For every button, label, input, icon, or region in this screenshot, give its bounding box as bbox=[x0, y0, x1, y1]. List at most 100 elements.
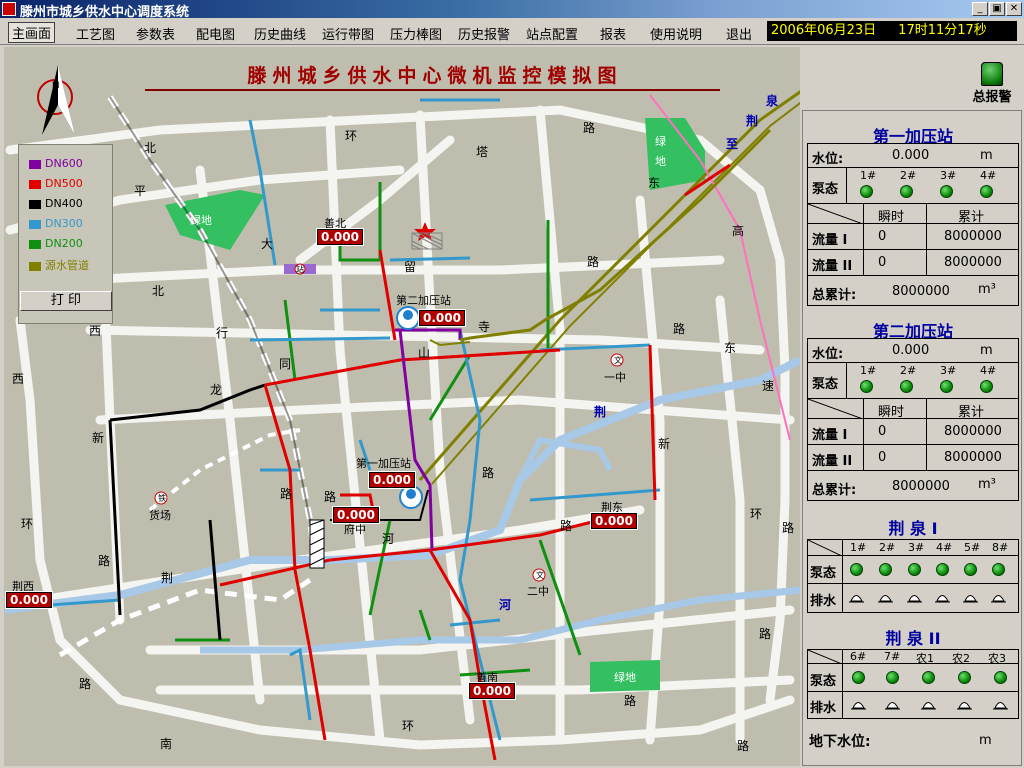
menu-params[interactable]: 参数表 bbox=[136, 24, 175, 43]
drain-icon bbox=[885, 702, 900, 710]
datetime-display: 2006年06月23日 17时11分17秒 bbox=[767, 21, 1017, 41]
menu-report[interactable]: 报表 bbox=[600, 24, 626, 43]
road-char: 荆 bbox=[161, 571, 174, 585]
green-label-1: 绿地 bbox=[190, 214, 212, 227]
status-panel: 第一加压站 水位: 0.000 m 泵态 1# 2# 3# 4# 瞬时 累计 流 bbox=[802, 110, 1022, 766]
total-alarm[interactable]: 总报警 bbox=[962, 62, 1022, 105]
label-he-river: 河 bbox=[499, 598, 512, 612]
road-char: 北 bbox=[152, 284, 165, 298]
map-title: 滕州城乡供水中心微机监控模拟图 bbox=[247, 65, 623, 87]
drain-icon bbox=[991, 595, 1006, 603]
station-label-1st: 第一加压站 bbox=[356, 457, 411, 470]
value-2nd[interactable]: 0.000 bbox=[418, 309, 466, 327]
value-shanbei[interactable]: 0.000 bbox=[316, 228, 364, 246]
drain-icon bbox=[849, 595, 864, 603]
place-station-icon: 站 bbox=[296, 265, 304, 274]
legend-dn200: DN200 bbox=[29, 237, 83, 250]
value-fuzhong[interactable]: 0.000 bbox=[332, 506, 380, 524]
label-quan: 泉 bbox=[766, 94, 779, 108]
groundwater-unit: m bbox=[979, 733, 992, 748]
app-icon bbox=[2, 2, 16, 16]
road-char: 山 bbox=[418, 346, 431, 360]
q2-title: 荆 泉 II bbox=[885, 629, 941, 648]
maximize-button[interactable]: ▣ bbox=[989, 2, 1005, 16]
road-char: 路 bbox=[79, 677, 92, 691]
road-char: 路 bbox=[280, 487, 293, 501]
menu-history-alarm[interactable]: 历史报警 bbox=[458, 24, 510, 43]
drain-icon bbox=[878, 595, 893, 603]
road-char: 西 bbox=[12, 372, 25, 386]
road-char: 环 bbox=[345, 129, 358, 143]
road-char: 龙 bbox=[210, 383, 223, 397]
place-yizhong: 一中 bbox=[604, 371, 626, 384]
drain-icon bbox=[993, 702, 1008, 710]
road-char: 路 bbox=[673, 322, 686, 336]
road-char: 寺 bbox=[478, 320, 491, 334]
road-char: 路 bbox=[98, 554, 111, 568]
close-button[interactable]: ✕ bbox=[1006, 2, 1022, 16]
green-label-3: 绿地 bbox=[614, 671, 636, 684]
menu-bar: 主画面 工艺图 参数表 配电图 历史曲线 运行带图 压力棒图 历史报警 站点配置… bbox=[0, 18, 1024, 45]
road-char: 路 bbox=[759, 627, 772, 641]
menu-pressure-bar[interactable]: 压力棒图 bbox=[390, 24, 442, 43]
q2-table: 6# 7# 农1 农2 农3 泵态 排水 bbox=[807, 649, 1019, 719]
s2-pump-3-led bbox=[940, 380, 953, 393]
menu-run-chart[interactable]: 运行带图 bbox=[322, 24, 374, 43]
q1-table: 1# 2# 3# 4# 5# 8# 泵态 排水 bbox=[807, 539, 1019, 613]
school-icon-2: 文 bbox=[536, 571, 544, 580]
s1-pump-4-led bbox=[980, 185, 993, 198]
road-char: 行 bbox=[216, 326, 229, 340]
label-jing: 荆 bbox=[746, 114, 759, 128]
school-icon-1: 文 bbox=[614, 356, 622, 365]
s1-table: 水位: 0.000 m 泵态 1# 2# 3# 4# 瞬时 累计 流量 I 0 bbox=[807, 143, 1019, 306]
station-label-fuzhong: 府中 bbox=[344, 523, 366, 536]
road-char: 新 bbox=[658, 437, 671, 451]
green-label-2: 绿地 bbox=[655, 135, 666, 168]
drain-icon bbox=[935, 595, 950, 603]
menu-process[interactable]: 工艺图 bbox=[76, 24, 115, 43]
value-jingdong[interactable]: 0.000 bbox=[590, 512, 638, 530]
place-erzhong: 二中 bbox=[527, 585, 549, 598]
value-jingxi[interactable]: 0.000 bbox=[5, 591, 53, 609]
road-char: 北 bbox=[144, 141, 157, 155]
road-char: 路 bbox=[782, 521, 795, 535]
road-char: 塔 bbox=[476, 145, 489, 159]
s2-table: 水位: 0.000 m 泵态 1# 2# 3# 4# 瞬时 累计 流量 I 0 bbox=[807, 338, 1019, 501]
print-button[interactable]: 打 印 bbox=[20, 291, 112, 311]
road-char: 路 bbox=[587, 255, 600, 269]
road-char: 环 bbox=[402, 719, 415, 733]
road-char: 高 bbox=[732, 224, 745, 238]
place-huochang: 货场 bbox=[149, 509, 171, 522]
menu-history-curve[interactable]: 历史曲线 bbox=[254, 24, 306, 43]
s1-pump-1-led bbox=[860, 185, 873, 198]
alarm-label: 总报警 bbox=[972, 90, 1012, 105]
legend-dn400: DN400 bbox=[29, 197, 83, 210]
value-shannan[interactable]: 0.000 bbox=[468, 682, 516, 700]
menu-exit[interactable]: 退出 bbox=[726, 24, 752, 43]
map-svg bbox=[4, 65, 800, 761]
s2-pump-1-led bbox=[860, 380, 873, 393]
menu-help[interactable]: 使用说明 bbox=[650, 24, 702, 43]
minimize-button[interactable]: _ bbox=[972, 2, 988, 16]
date-text: 2006年06月23日 bbox=[771, 23, 877, 38]
menu-station-config[interactable]: 站点配置 bbox=[526, 24, 578, 43]
road-char: 速 bbox=[762, 379, 775, 393]
s2-pump-4-led bbox=[980, 380, 993, 393]
road-char: 南 bbox=[160, 737, 173, 751]
road-char: 同 bbox=[279, 357, 292, 371]
q1-title: 荆 泉 I bbox=[888, 519, 938, 538]
menu-power[interactable]: 配电图 bbox=[196, 24, 235, 43]
road-char: 平 bbox=[134, 184, 147, 198]
road-char: 大 bbox=[261, 237, 274, 251]
map-area: 滕州城乡供水中心微机监控模拟图 N DN600 DN500 DN400 DN30… bbox=[4, 47, 800, 766]
menu-main[interactable]: 主画面 bbox=[8, 22, 56, 43]
road-char: 东 bbox=[724, 341, 737, 355]
s1-pump-3-led bbox=[940, 185, 953, 198]
value-1st[interactable]: 0.000 bbox=[368, 471, 416, 489]
road-char: 路 bbox=[560, 519, 573, 533]
road-char: 河 bbox=[382, 532, 395, 546]
road-char: 西 bbox=[89, 324, 102, 338]
road-char: 新 bbox=[92, 431, 105, 445]
compass-label: N bbox=[52, 81, 60, 91]
drain-icon bbox=[851, 702, 866, 710]
